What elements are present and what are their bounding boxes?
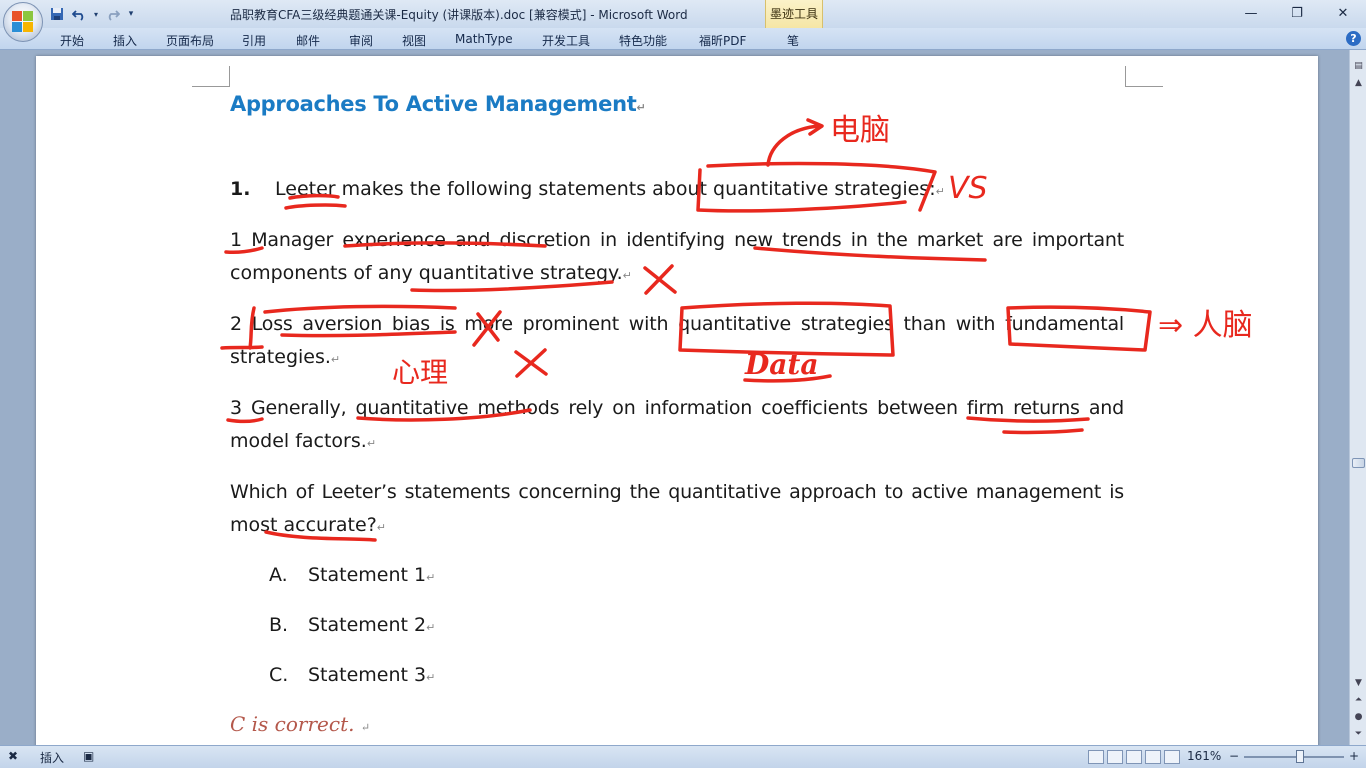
full-screen-reading-view-button[interactable] <box>1107 750 1123 764</box>
quick-access-toolbar: ▾ ▾ <box>48 4 136 24</box>
restore-button[interactable]: ❐ <box>1274 0 1320 26</box>
tab-insert[interactable]: 插入 <box>113 32 137 49</box>
option-letter-b: B. <box>269 614 289 636</box>
question-prompt-line-1: Which of Leeter’s statements concerning … <box>230 481 1124 503</box>
scroll-thumb[interactable] <box>1352 458 1365 468</box>
undo-icon[interactable] <box>70 5 88 23</box>
paragraph-mark: ↵ <box>622 269 632 282</box>
close-button[interactable]: ✕ <box>1320 0 1366 26</box>
tab-review[interactable]: 审阅 <box>349 32 373 49</box>
crop-mark <box>192 86 230 87</box>
tab-view[interactable]: 视图 <box>402 32 426 49</box>
tab-pen[interactable]: 笔 <box>787 32 799 49</box>
zoom-out-button[interactable]: − <box>1229 749 1239 763</box>
print-layout-view-button[interactable] <box>1088 750 1104 764</box>
tab-references[interactable]: 引用 <box>242 32 266 49</box>
undo-dropdown-icon[interactable]: ▾ <box>92 5 100 23</box>
save-icon[interactable] <box>48 5 66 23</box>
document-workspace: Approaches To Active Management↵ 1. Leet… <box>0 50 1349 745</box>
question-intro: Leeter makes the following statements ab… <box>275 178 945 200</box>
browse-object-icon[interactable]: ● <box>1351 710 1366 725</box>
zoom-level[interactable]: 161% <box>1187 749 1221 763</box>
draft-view-button[interactable] <box>1164 750 1180 764</box>
statement-3-line-2: model factors.↵ <box>230 430 377 452</box>
web-layout-view-button[interactable] <box>1126 750 1142 764</box>
statement-1-line-2: components of any quantitative strategy.… <box>230 262 632 284</box>
paragraph-mark: ↵ <box>330 353 341 366</box>
previous-page-icon[interactable]: ⏶ <box>1351 693 1366 708</box>
office-button[interactable] <box>3 2 43 42</box>
paragraph-mark: ↵ <box>360 721 371 734</box>
status-bar: ✖ 插入 ▣ 161% − + <box>0 745 1366 768</box>
tab-mathtype[interactable]: MathType <box>455 32 513 46</box>
tab-page-layout[interactable]: 页面布局 <box>166 32 214 49</box>
word-window: ▾ ▾ 品职教育CFA三级经典题通关课-Equity (讲课版本).doc [兼… <box>0 0 1366 768</box>
paragraph-mark: ↵ <box>426 621 436 634</box>
ribbon-tab-bar: 开始 插入 页面布局 引用 邮件 审阅 视图 MathType 开发工具 特色功… <box>0 28 1366 50</box>
crop-mark <box>229 66 230 87</box>
zoom-in-button[interactable]: + <box>1349 749 1359 763</box>
option-letter-c: C. <box>269 664 289 686</box>
statement-2-line-1: 2 Loss aversion bias is more prominent w… <box>230 313 1124 335</box>
ruler-toggle-icon[interactable]: ▤ <box>1351 59 1366 74</box>
window-title: 品职教育CFA三级经典题通关课-Equity (讲课版本).doc [兼容模式]… <box>230 8 688 22</box>
answer-text: C is correct. ↵ <box>230 712 371 736</box>
zoom-slider-track[interactable] <box>1244 756 1344 758</box>
vertical-scrollbar[interactable]: ▤ ▲ ▼ ⏶ ● ⏷ <box>1349 50 1366 745</box>
document-page[interactable]: Approaches To Active Management↵ 1. Leet… <box>36 56 1318 745</box>
macro-record-icon[interactable]: ▣ <box>83 749 94 763</box>
option-text-c: Statement 3↵ <box>308 664 436 686</box>
tab-developer[interactable]: 开发工具 <box>542 32 590 49</box>
insert-mode-indicator[interactable]: 插入 <box>40 749 64 766</box>
spellcheck-icon[interactable]: ✖ <box>8 749 18 763</box>
next-page-icon[interactable]: ⏷ <box>1351 727 1366 742</box>
crop-mark <box>1125 86 1163 87</box>
scroll-down-icon[interactable]: ▼ <box>1351 676 1366 691</box>
tab-home[interactable]: 开始 <box>60 32 84 49</box>
paragraph-mark: ↵ <box>376 521 386 534</box>
option-text-b: Statement 2↵ <box>308 614 436 636</box>
redo-icon[interactable] <box>104 5 122 23</box>
contextual-tab-label: 墨迹工具 <box>770 7 819 21</box>
option-letter-a: A. <box>269 564 288 586</box>
paragraph-mark: ↵ <box>636 101 646 114</box>
option-text-a: Statement 1↵ <box>308 564 436 586</box>
office-logo-icon <box>12 11 34 33</box>
section-heading: Approaches To Active Management↵ <box>230 92 646 116</box>
paragraph-mark: ↵ <box>935 185 945 198</box>
scroll-up-icon[interactable]: ▲ <box>1351 76 1366 91</box>
question-number: 1. <box>230 178 251 200</box>
crop-mark <box>1125 66 1126 87</box>
tab-special-features[interactable]: 特色功能 <box>619 32 667 49</box>
minimize-button[interactable]: — <box>1228 0 1274 26</box>
customize-toolbar-icon[interactable]: ▾ <box>126 5 136 23</box>
statement-1-line-1: 1 Manager experience and discretion in i… <box>230 229 1124 251</box>
statement-3-line-1: 3 Generally, quantitative methods rely o… <box>230 397 1124 419</box>
paragraph-mark: ↵ <box>366 437 377 450</box>
tab-mailings[interactable]: 邮件 <box>296 32 320 49</box>
window-controls: — ❐ ✕ <box>1228 0 1366 28</box>
statement-2-line-2: strategies.↵ <box>230 346 341 368</box>
outline-view-button[interactable] <box>1145 750 1161 764</box>
help-button[interactable]: ? <box>1346 31 1361 46</box>
question-prompt-line-2: most accurate?↵ <box>230 514 386 536</box>
tab-foxit-pdf[interactable]: 福昕PDF <box>699 32 746 49</box>
paragraph-mark: ↵ <box>426 671 436 684</box>
paragraph-mark: ↵ <box>426 571 436 584</box>
title-bar: ▾ ▾ 品职教育CFA三级经典题通关课-Equity (讲课版本).doc [兼… <box>0 0 1366 48</box>
zoom-slider-thumb[interactable] <box>1296 750 1304 763</box>
